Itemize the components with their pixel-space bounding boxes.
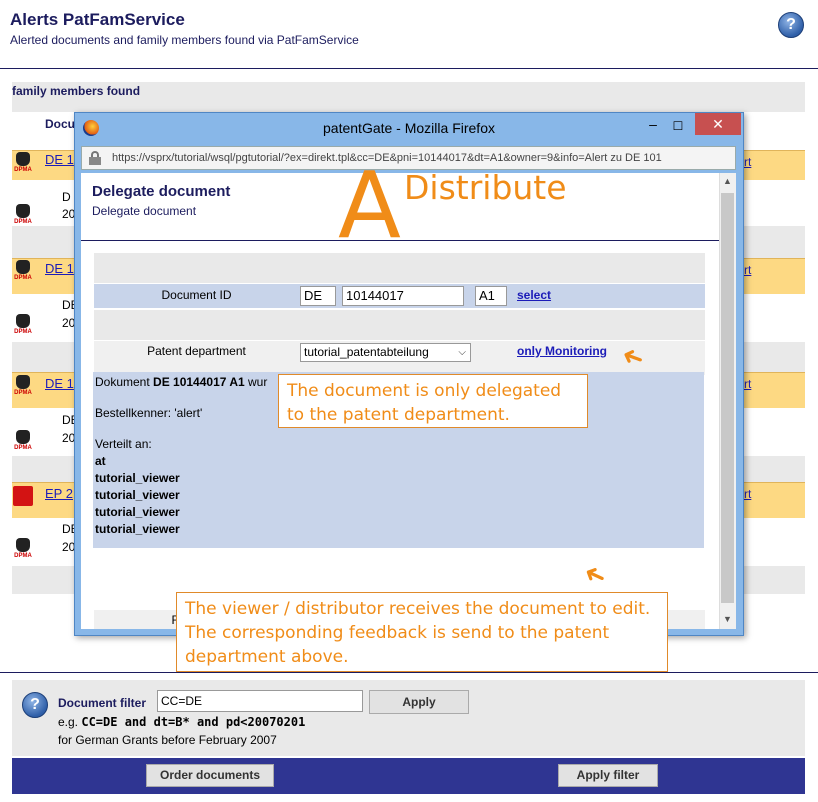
dpma-logo: DPMA bbox=[12, 430, 34, 458]
document-link[interactable]: EP 2 bbox=[45, 486, 73, 501]
dpma-logo: DPMA bbox=[12, 375, 34, 403]
document-link[interactable]: DE 1 bbox=[45, 261, 74, 276]
filter-example-description: for German Grants before February 2007 bbox=[58, 733, 277, 747]
form-spacer bbox=[94, 310, 705, 340]
list-item: tutorial_viewer bbox=[95, 488, 180, 502]
header-divider bbox=[0, 68, 818, 69]
alert-link[interactable]: rt bbox=[744, 263, 751, 277]
url-bar[interactable]: https://vsprx/tutorial/wsql/pgtutorial/?… bbox=[81, 146, 736, 170]
document-link[interactable]: DE 1 bbox=[45, 152, 74, 167]
annotation-note-monitoring: The document is only delegated to the pa… bbox=[278, 374, 588, 428]
patent-department-label: Patent department bbox=[147, 344, 246, 358]
order-documents-button[interactable]: Order documents bbox=[146, 764, 274, 787]
distributed-label: Verteilt an: bbox=[95, 437, 152, 451]
recipient-list: at tutorial_viewer tutorial_viewer tutor… bbox=[95, 453, 702, 538]
list-item: tutorial_viewer bbox=[95, 471, 180, 485]
country-code-field[interactable]: DE bbox=[300, 286, 336, 306]
scroll-down-icon[interactable]: ▼ bbox=[719, 611, 736, 628]
document-number-field[interactable]: 10144017 bbox=[342, 286, 464, 306]
document-id-label: Document ID bbox=[161, 288, 232, 302]
footer-bar bbox=[12, 758, 805, 794]
dialog-title: Delegate document bbox=[92, 183, 231, 200]
alert-link[interactable]: rt bbox=[744, 377, 751, 391]
apply-filter-button[interactable]: Apply filter bbox=[558, 764, 658, 787]
maximize-button[interactable]: ☐ bbox=[667, 117, 689, 135]
document-filter-input[interactable]: CC=DE bbox=[157, 690, 363, 712]
page-subtitle: Alerted documents and family members fou… bbox=[10, 33, 359, 47]
scroll-thumb[interactable] bbox=[721, 193, 734, 603]
list-item: D bbox=[62, 190, 71, 204]
dialog-subtitle: Delegate document bbox=[92, 204, 197, 218]
dpma-logo: DPMA bbox=[12, 538, 34, 566]
select-link[interactable]: select bbox=[517, 288, 551, 302]
only-monitoring-link[interactable]: only Monitoring bbox=[517, 344, 607, 358]
help-icon[interactable]: ? bbox=[778, 12, 804, 38]
column-header-document: Docu bbox=[45, 117, 75, 131]
patent-department-select[interactable]: tutorial_patentabteilung ⌵ bbox=[300, 343, 471, 362]
minimize-button[interactable]: – bbox=[642, 117, 664, 135]
filter-example: e.g. CC=DE and dt=B* and pd<20070201 bbox=[58, 715, 306, 729]
kind-code-field[interactable]: A1 bbox=[475, 286, 507, 306]
dpma-logo: DPMA bbox=[12, 314, 34, 342]
lock-icon bbox=[89, 151, 101, 165]
document-link[interactable]: DE 1 bbox=[45, 376, 74, 391]
dpma-logo: DPMA bbox=[12, 260, 34, 288]
epo-logo bbox=[13, 486, 33, 506]
annotation-letter: A bbox=[338, 152, 401, 259]
annotation-heading: Distribute bbox=[404, 168, 567, 207]
section-title: family members found bbox=[12, 84, 141, 98]
list-item: tutorial_viewer bbox=[95, 505, 180, 519]
annotation-note-distribute: The viewer / distributor receives the do… bbox=[176, 592, 668, 672]
footer-divider bbox=[0, 672, 818, 673]
list-item: tutorial_viewer bbox=[95, 522, 180, 536]
page-title: Alerts PatFamService bbox=[10, 10, 185, 29]
document-filter-label: Document filter bbox=[58, 696, 147, 710]
alert-link[interactable]: rt bbox=[744, 487, 751, 501]
help-icon[interactable]: ? bbox=[22, 692, 48, 718]
list-item: at bbox=[95, 454, 106, 468]
alert-link[interactable]: rt bbox=[744, 155, 751, 169]
scroll-up-icon[interactable]: ▲ bbox=[719, 173, 736, 190]
close-button[interactable]: ✕ bbox=[695, 113, 741, 135]
apply-button[interactable]: Apply bbox=[369, 690, 469, 714]
dpma-logo: DPMA bbox=[12, 152, 34, 180]
